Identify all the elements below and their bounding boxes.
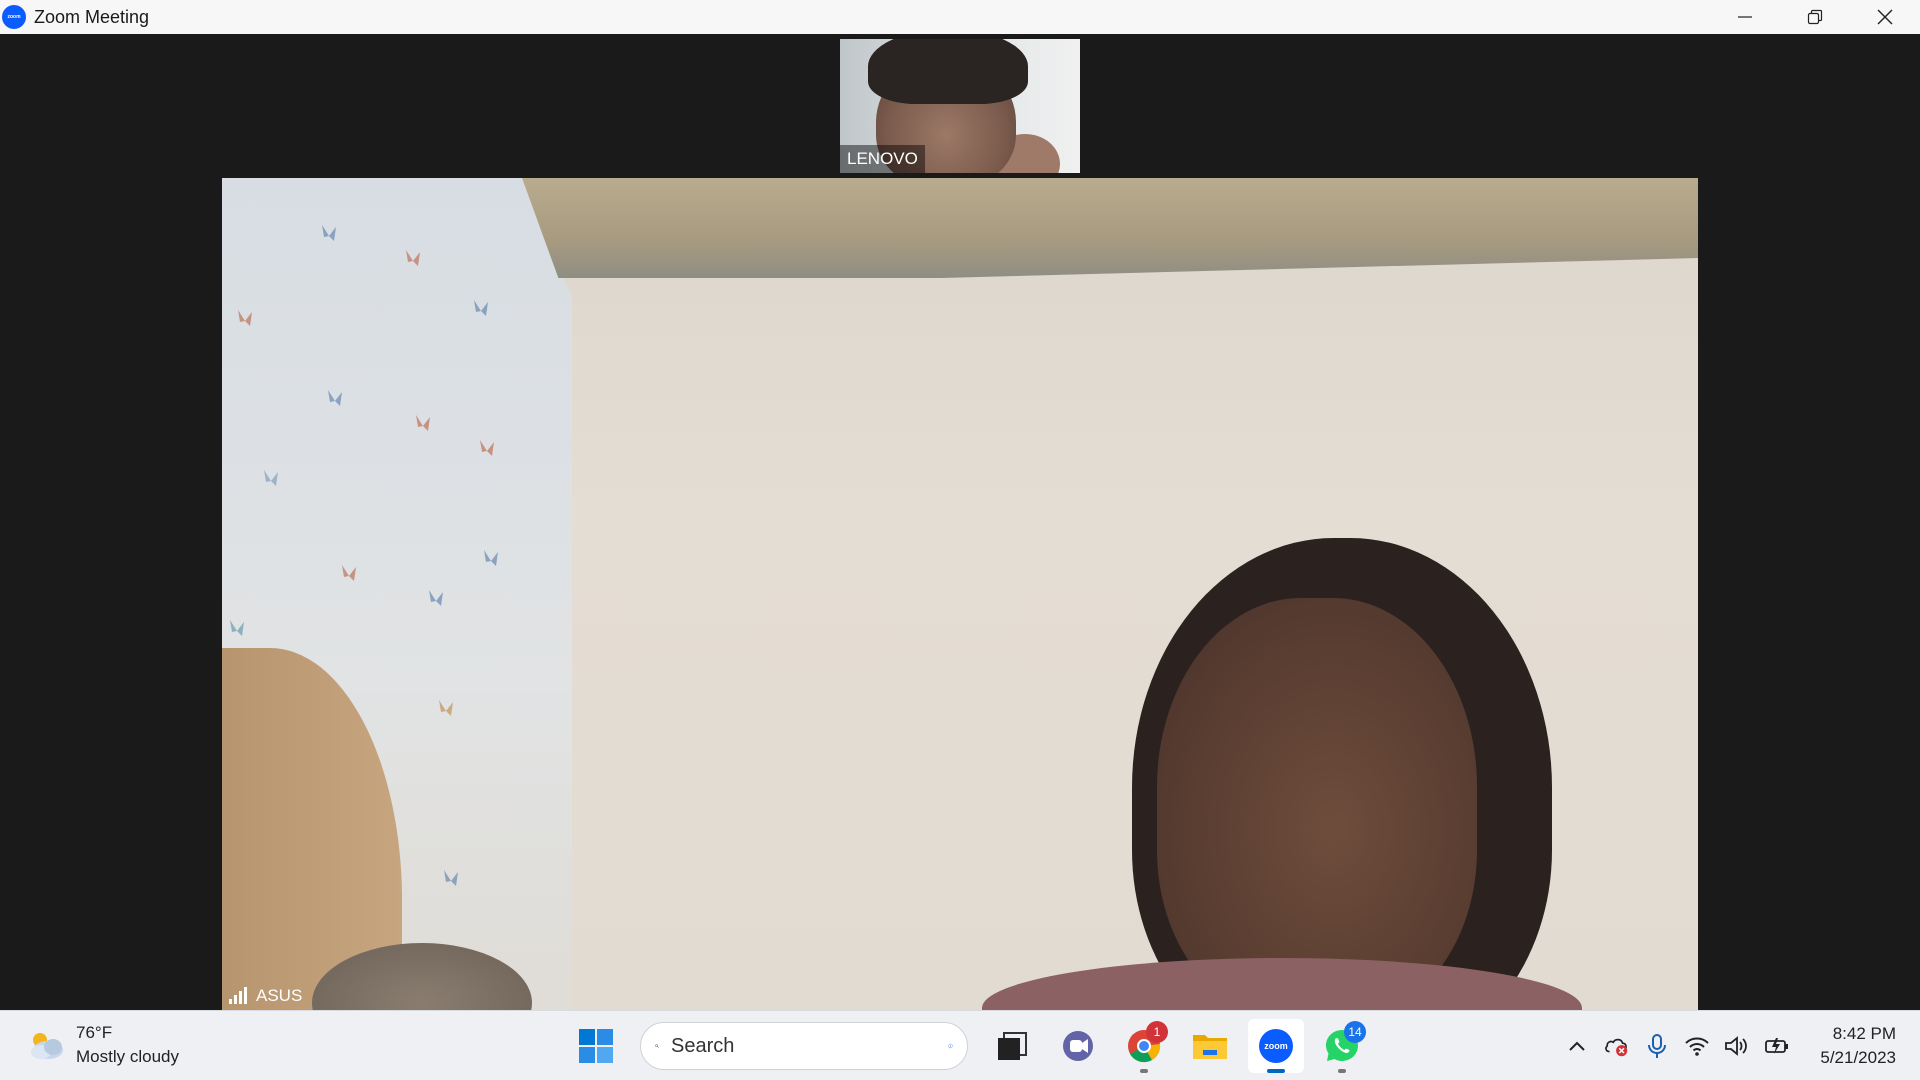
whatsapp-notification-badge: 14 xyxy=(1344,1021,1366,1043)
task-view-button[interactable] xyxy=(984,1019,1040,1073)
minimize-button[interactable] xyxy=(1710,0,1780,34)
butterfly-decoration xyxy=(484,550,498,566)
butterfly-decoration xyxy=(264,470,278,486)
minimize-icon xyxy=(1738,16,1752,18)
butterfly-decoration xyxy=(238,310,252,326)
meeting-area: LENOVO ASUS xyxy=(0,34,1920,1010)
window-controls xyxy=(1710,0,1920,34)
title-bar: zoom Zoom Meeting xyxy=(0,0,1920,34)
clock-time: 8:42 PM xyxy=(1832,1024,1896,1043)
search-input[interactable] xyxy=(671,1034,936,1058)
weather-text: 76°F Mostly cloudy xyxy=(76,1021,179,1069)
butterfly-decoration xyxy=(406,250,420,266)
zoom-logo-text: zoom xyxy=(7,14,21,20)
chevron-up-icon xyxy=(1569,1041,1586,1051)
whatsapp-running-indicator xyxy=(1338,1069,1346,1073)
zoom-taskbar-button[interactable]: zoom xyxy=(1248,1019,1304,1073)
clock-date: 5/21/2023 xyxy=(1820,1048,1896,1067)
search-icon xyxy=(655,1044,659,1048)
restore-button[interactable] xyxy=(1780,0,1850,34)
whatsapp-button[interactable]: 14 xyxy=(1314,1019,1370,1073)
chrome-notification-badge: 1 xyxy=(1146,1021,1168,1043)
butterfly-decoration xyxy=(480,440,494,456)
butterfly-decoration xyxy=(230,620,244,636)
windows-logo-icon xyxy=(579,1029,613,1063)
svg-text:b: b xyxy=(950,1046,952,1048)
wifi-icon xyxy=(1685,1037,1710,1056)
butterfly-decoration xyxy=(328,390,342,406)
folder-icon xyxy=(1193,1035,1227,1059)
close-icon xyxy=(1877,9,1893,25)
weather-widget[interactable]: 76°F Mostly cloudy xyxy=(26,1021,179,1069)
cloud-error-icon xyxy=(1605,1038,1628,1057)
zoom-app-label: zoom xyxy=(1264,1041,1288,1051)
weather-condition: Mostly cloudy xyxy=(76,1047,179,1066)
zoom-logo-icon: zoom xyxy=(2,5,26,29)
microphone-button[interactable] xyxy=(1644,1033,1670,1059)
onedrive-status-button[interactable] xyxy=(1604,1033,1630,1059)
close-button[interactable] xyxy=(1850,0,1920,34)
butterfly-decoration xyxy=(474,300,488,316)
main-name-tag: ASUS xyxy=(222,982,308,1010)
start-button[interactable] xyxy=(568,1019,624,1073)
participant-thumbnail[interactable]: LENOVO xyxy=(840,39,1080,173)
volume-button[interactable] xyxy=(1724,1033,1750,1059)
system-tray: 8:42 PM 5/21/2023 xyxy=(1564,1021,1896,1071)
cloudy-weather-icon xyxy=(31,1033,63,1059)
taskbar-search[interactable]: b xyxy=(640,1022,968,1070)
window-title: Zoom Meeting xyxy=(34,6,150,27)
ceiling xyxy=(522,178,1698,278)
speaker-icon xyxy=(1725,1036,1748,1056)
network-button[interactable] xyxy=(1684,1033,1710,1059)
file-explorer-button[interactable] xyxy=(1182,1019,1238,1073)
show-hidden-icons-button[interactable] xyxy=(1564,1033,1590,1059)
participant-face xyxy=(1157,598,1477,1010)
clock[interactable]: 8:42 PM 5/21/2023 xyxy=(1820,1022,1896,1070)
butterfly-decoration xyxy=(322,225,336,241)
teams-chat-icon xyxy=(1063,1031,1093,1061)
butterfly-decoration xyxy=(342,565,356,581)
butterfly-decoration xyxy=(444,870,458,886)
butterfly-decoration xyxy=(416,415,430,431)
main-video[interactable]: ASUS xyxy=(222,178,1698,1010)
battery-button[interactable] xyxy=(1764,1033,1790,1059)
taskbar-apps: b 1 xyxy=(568,1019,1370,1073)
signal-strength-icon xyxy=(229,987,247,1004)
chrome-button[interactable]: 1 xyxy=(1116,1019,1172,1073)
thumbnail-name-tag: LENOVO xyxy=(840,145,925,173)
taskbar: 76°F Mostly cloudy b xyxy=(0,1010,1920,1080)
battery-charging-icon xyxy=(1765,1038,1789,1054)
weather-temperature: 76°F xyxy=(76,1023,113,1042)
butterfly-decoration xyxy=(429,590,443,606)
zoom-running-indicator xyxy=(1267,1069,1285,1073)
restore-icon xyxy=(1807,9,1823,25)
chrome-running-indicator xyxy=(1140,1069,1148,1073)
thumbnail-hair xyxy=(868,39,1028,104)
butterfly-decoration xyxy=(439,700,453,716)
teams-chat-button[interactable] xyxy=(1050,1019,1106,1073)
thumbnail-participant-name: LENOVO xyxy=(847,149,918,168)
microphone-icon xyxy=(1648,1034,1667,1058)
bing-chat-icon[interactable]: b xyxy=(948,1031,953,1061)
main-participant-name: ASUS xyxy=(256,986,303,1005)
task-view-icon xyxy=(998,1032,1027,1060)
